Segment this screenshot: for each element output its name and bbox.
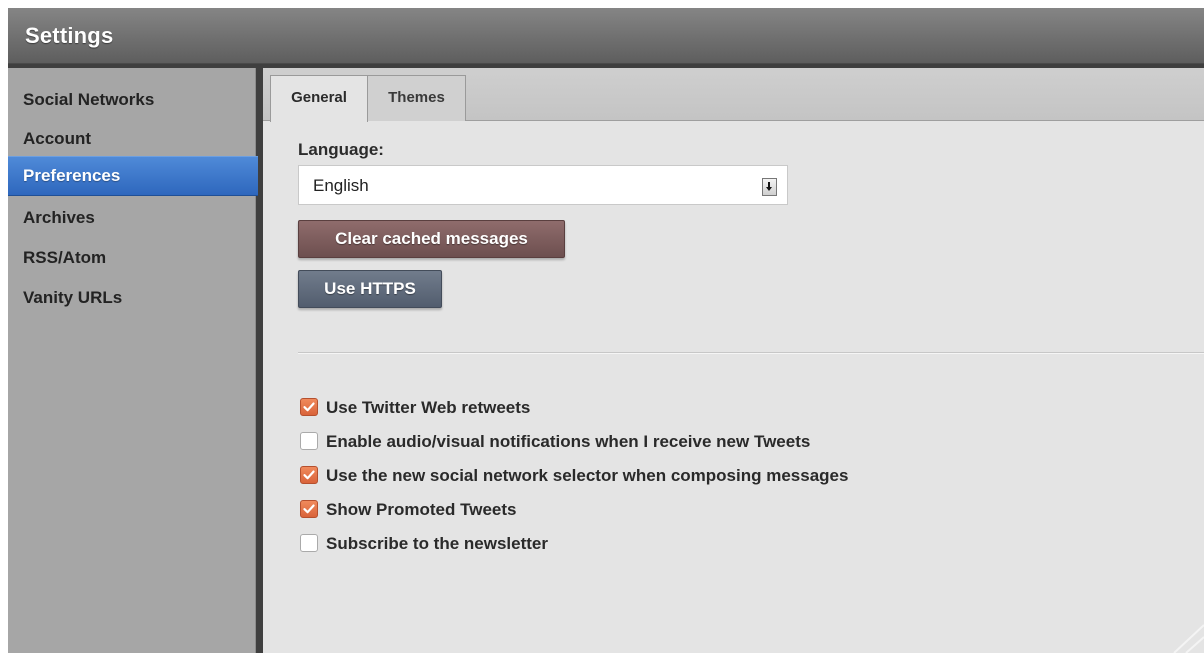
language-select[interactable]: English — [298, 165, 788, 205]
checkbox-audio-visual-notifications[interactable] — [300, 432, 318, 450]
sidebar-item-account[interactable]: Account — [8, 119, 258, 159]
option-label: Subscribe to the newsletter — [326, 534, 548, 553]
chevron-down-icon[interactable] — [762, 178, 777, 196]
settings-sidebar: Social Networks Account Preferences Arch… — [8, 68, 258, 653]
settings-window: Settings Social Networks Account Prefere… — [8, 8, 1204, 653]
sidebar-item-rss-atom[interactable]: RSS/Atom — [8, 238, 258, 278]
tab-bar: General Themes — [263, 68, 1204, 122]
tab-general[interactable]: General — [270, 75, 368, 122]
sidebar-item-preferences[interactable]: Preferences — [8, 156, 258, 196]
section-divider — [298, 352, 1204, 353]
language-label: Language: — [298, 140, 384, 159]
sidebar-item-social-networks[interactable]: Social Networks — [8, 80, 258, 120]
language-select-value: English — [313, 176, 369, 195]
checkbox-twitter-web-retweets[interactable] — [300, 398, 318, 416]
preferences-panel: General Themes Language: English Clear c… — [263, 68, 1204, 653]
resize-grip-icon[interactable] — [1164, 623, 1204, 653]
sidebar-item-vanity-urls[interactable]: Vanity URLs — [8, 278, 258, 318]
checkbox-social-network-selector[interactable] — [300, 466, 318, 484]
option-label: Use Twitter Web retweets — [326, 398, 531, 417]
checkmark-icon — [303, 470, 315, 480]
checkbox-show-promoted-tweets[interactable] — [300, 500, 318, 518]
sidebar-item-archives[interactable]: Archives — [8, 198, 258, 238]
title-bar: Settings — [8, 8, 1204, 64]
checkmark-icon — [303, 402, 315, 412]
checkbox-subscribe-newsletter[interactable] — [300, 534, 318, 552]
option-label: Enable audio/visual notifications when I… — [326, 432, 811, 451]
option-label: Use the new social network selector when… — [326, 466, 849, 485]
clear-cached-messages-button[interactable]: Clear cached messages — [298, 220, 565, 258]
window-title: Settings — [25, 23, 114, 48]
use-https-button[interactable]: Use HTTPS — [298, 270, 442, 308]
tab-themes[interactable]: Themes — [367, 75, 466, 121]
option-label: Show Promoted Tweets — [326, 500, 517, 519]
checkmark-icon — [303, 504, 315, 514]
